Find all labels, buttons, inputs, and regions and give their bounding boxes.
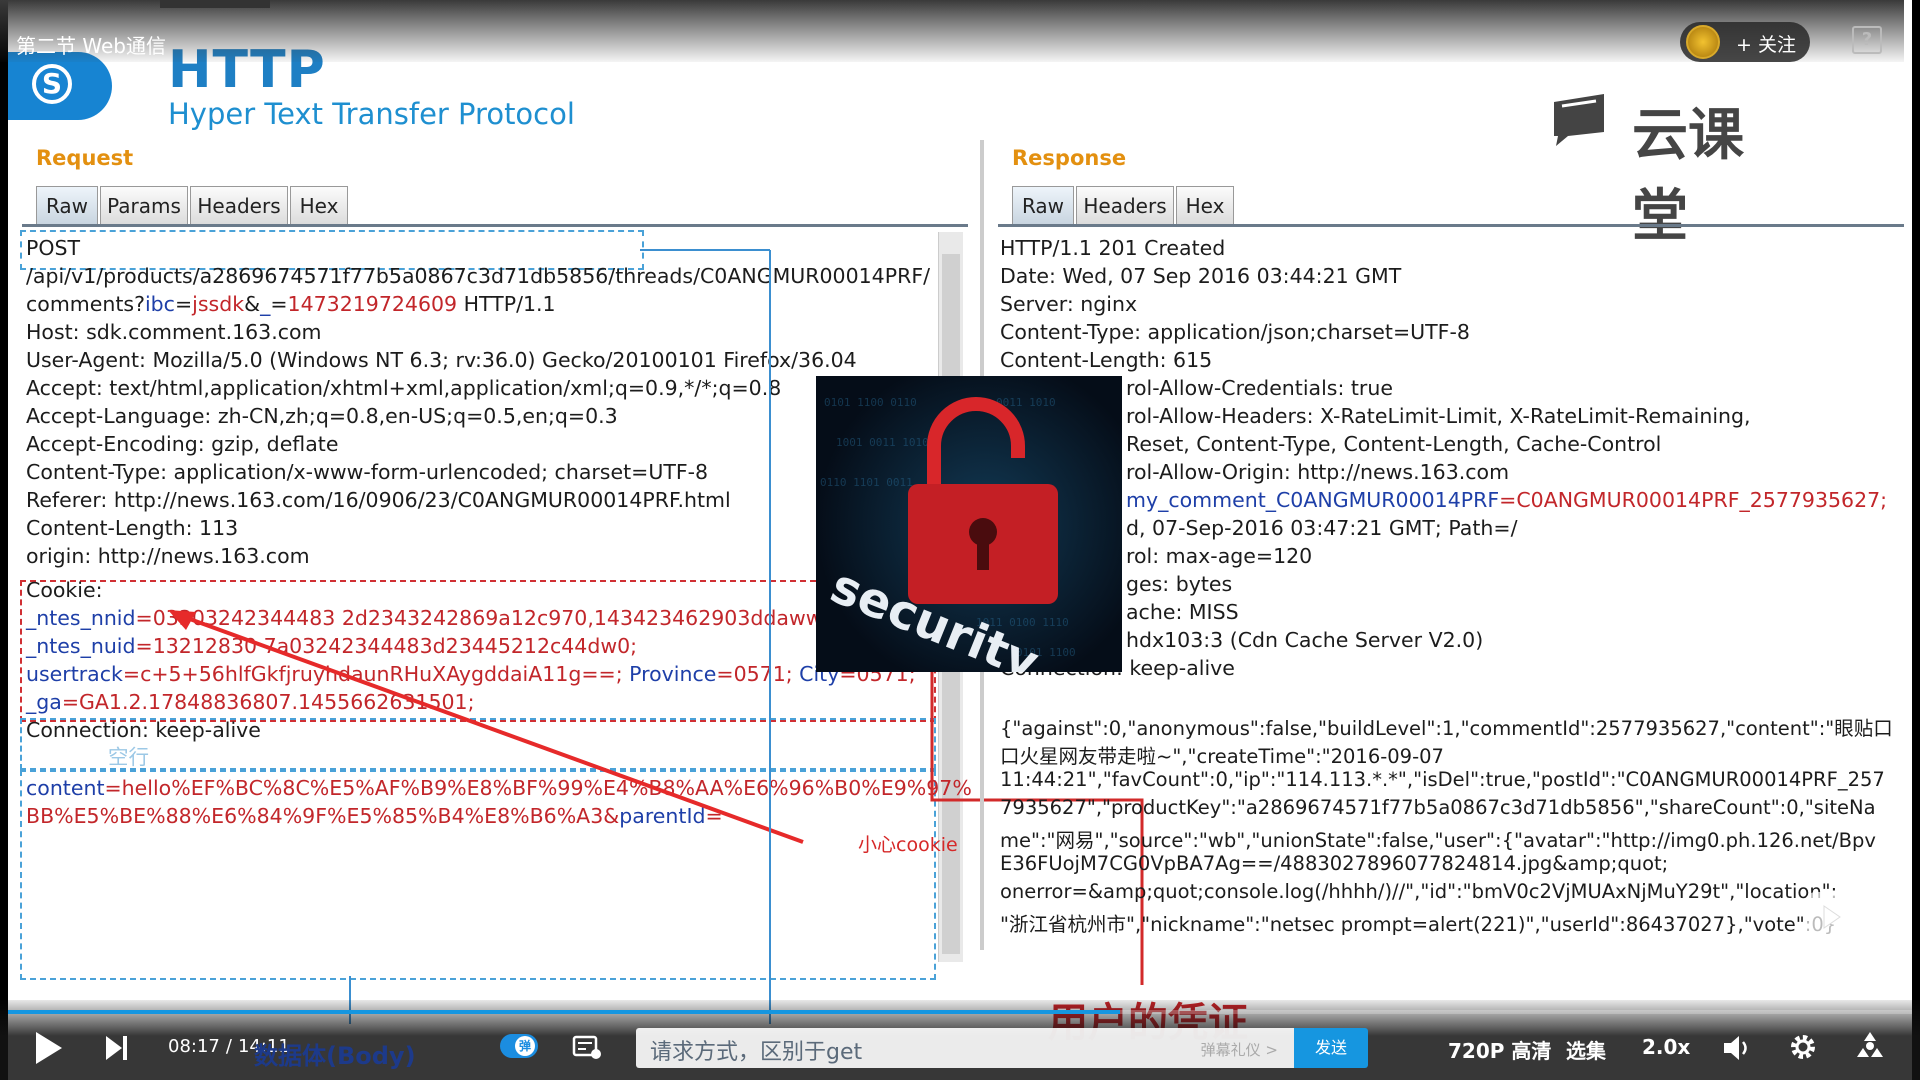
response-label: Response (1012, 146, 1127, 170)
tab-request-headers[interactable]: Headers (190, 186, 288, 224)
response-header-server: Server: nginx (1000, 292, 1138, 316)
yunketang-text: 云课堂 (1632, 103, 1744, 249)
player-top-bar (0, 0, 1904, 62)
replay-bubble-icon[interactable] (1802, 890, 1856, 944)
fullscreen-icon[interactable] (1854, 1030, 1886, 1062)
request-label: Request (36, 146, 134, 170)
play-icon[interactable] (32, 1030, 64, 1066)
response-cookie-expires: d, 07-Sep-2016 03:47:21 GMT; Path=/ (1126, 516, 1518, 540)
follow-label: + 关注 (1736, 34, 1796, 56)
cookie-ntes-nuid: _ntes_nuid=13212830 7a03242344483d234452… (26, 634, 638, 658)
request-line-query: comments?ibc=jssdk&_=1473219724609 HTTP/… (26, 292, 556, 316)
request-header-accept: Accept: text/html,application/xhtml+xml,… (26, 376, 782, 400)
body-highlight-box (20, 770, 936, 980)
cookie-ga: _ga=GA1.2.17848836807.1455662631501; (26, 690, 475, 714)
response-body-line-4: 7935627","productKey":"a2869674571f77b5a… (1000, 796, 1876, 819)
response-body-line-8: "浙江省杭州市","nickname":"netsec prompt=alert… (1000, 913, 1837, 936)
cookie-ntes-nnid: _ntes_nnid=03303242344483 2d2343242869a1… (26, 606, 862, 630)
request-header-content-length: Content-Length: 113 (26, 516, 239, 540)
progress-fill (8, 1010, 1120, 1014)
request-header-accept-language: Accept-Language: zh-CN,zh;q=0.8,en-US;q=… (26, 404, 618, 428)
settings-gear-icon[interactable] (1788, 1032, 1818, 1062)
response-body-line-2: 口火星网友带走啦~","createTime":"2016-09-07 (1000, 745, 1444, 768)
barrage-toggle-knob: 弹 (515, 1036, 535, 1056)
follow-button[interactable]: + 关注 (1680, 22, 1810, 62)
request-header-content-type: Content-Type: application/x-www-form-url… (26, 460, 709, 484)
uploader-medal-icon (1686, 25, 1720, 59)
top-accent-bar (160, 0, 270, 8)
barrage-toggle[interactable]: 弹 (500, 1034, 538, 1058)
request-header-cookie: Cookie: (26, 578, 103, 602)
speed-selector[interactable]: 2.0x (1642, 1035, 1690, 1059)
response-header-content-type: Content-Type: application/json;charset=U… (1000, 320, 1470, 344)
slide-subheading: Hyper Text Transfer Protocol (168, 97, 575, 131)
time-current: 08:17 (168, 1036, 220, 1057)
response-tab-rule (998, 224, 1904, 227)
time-separator: / (225, 1036, 232, 1057)
body-label-annotation: 数据体(Body) (254, 1042, 416, 1070)
response-header-expose-headers: Reset, Content-Type, Content-Length, Cac… (1126, 432, 1662, 456)
next-icon[interactable] (104, 1034, 130, 1062)
request-tab-rule (22, 224, 968, 227)
response-body-line-7: onerror=&amp;quot;console.log(/hhhh/)//"… (1000, 880, 1838, 903)
response-header-x-cache: ache: MISS (1126, 600, 1239, 624)
tab-response-hex[interactable]: Hex (1176, 186, 1234, 224)
response-header-allow-credentials: rol-Allow-Credentials: true (1126, 376, 1393, 400)
request-header-user-agent: User-Agent: Mozilla/5.0 (Windows NT 6.3;… (26, 348, 857, 372)
cookie-warning-note: 小心cookie (858, 834, 958, 856)
response-header-accept-ranges: ges: bytes (1126, 572, 1233, 596)
quality-selector[interactable]: 720P 高清 (1448, 1035, 1551, 1064)
question-icon[interactable]: ? (1852, 26, 1882, 54)
svg-text:1001 0011 1010: 1001 0011 1010 (836, 436, 929, 449)
request-body-line-1: content=hello%EF%BC%8C%E5%AF%B9%E8%BF%99… (26, 776, 972, 800)
tab-request-hex[interactable]: Hex (290, 186, 348, 224)
yunketang-watermark: 云课堂 (1548, 88, 1798, 249)
response-body-line-5: me":"网易","source":"wb","unionState":fals… (1000, 829, 1876, 852)
yunketang-logo-icon (1554, 94, 1604, 146)
episodes-button[interactable]: 选集 (1566, 1035, 1606, 1064)
response-body-line-1: {"against":0,"anonymous":false,"buildLev… (1000, 717, 1893, 740)
send-button[interactable]: 发送 (1294, 1028, 1368, 1068)
tab-response-headers[interactable]: Headers (1076, 186, 1174, 224)
svg-text:0101 1100 0110: 0101 1100 0110 (824, 396, 917, 409)
request-tabs: Raw Params Headers Hex (36, 186, 356, 226)
request-header-host: Host: sdk.comment.163.com (26, 320, 322, 344)
cookie-usertrack: usertrack=c+5+56hlfGkfjruyhdaunRHuXAygdd… (26, 662, 916, 686)
request-header-origin: origin: http://news.163.com (26, 544, 310, 568)
response-body-line-3: 11:44:21","favCount":0,"ip":"114.113.*.*… (1000, 768, 1885, 791)
request-header-referer: Referer: http://news.163.com/16/0906/23/… (26, 488, 731, 512)
response-tabs: Raw Headers Hex (1012, 186, 1252, 226)
danmu-etiquette-link[interactable]: 弹幕礼仪 > (1201, 1039, 1278, 1060)
request-line-path: /api/v1/products/a2869674571f77b5a0867c3… (26, 264, 931, 288)
empty-line-label: 空行 (108, 745, 149, 769)
response-status-line: HTTP/1.1 201 Created (1000, 236, 1226, 260)
response-header-allow-origin: rol-Allow-Origin: http://news.163.com (1126, 460, 1510, 484)
svg-text:0110 1101 0011: 0110 1101 0011 (820, 476, 913, 489)
volume-icon[interactable] (1722, 1034, 1752, 1062)
response-header-set-cookie: my_comment_C0ANGMUR00014PRF=C0ANGMUR0001… (1126, 488, 1888, 512)
response-header-cache-control: rol: max-age=120 (1126, 544, 1313, 568)
barrage-settings-icon[interactable] (572, 1034, 602, 1060)
progress-bar[interactable] (8, 1010, 1912, 1014)
response-header-allow-headers: rol-Allow-Headers: X-RateLimit-Limit, X-… (1126, 404, 1751, 428)
response-header-date: Date: Wed, 07 Sep 2016 03:44:21 GMT (1000, 264, 1402, 288)
tab-request-params[interactable]: Params (100, 186, 188, 224)
logo-s-icon: S (32, 64, 72, 104)
response-header-via: hdx103:3 (Cdn Cache Server V2.0) (1126, 628, 1484, 652)
request-header-connection: Connection: keep-alive (26, 718, 261, 742)
video-title: 第二节 Web通信 (16, 34, 166, 58)
tab-response-raw[interactable]: Raw (1012, 186, 1074, 224)
response-body-line-6: E36FUojM7CG0VpBA7Ag==/488302789607782481… (1000, 852, 1669, 875)
course-logo: S (8, 52, 112, 120)
request-body-line-2: BB%E5%BE%88%E6%84%9F%E5%85%B4%E8%B6%A3&p… (26, 804, 723, 828)
slide-frame: S HTTP Hyper Text Transfer Protocol 云课堂 … (8, 0, 1912, 1080)
request-header-accept-encoding: Accept-Encoding: gzip, deflate (26, 432, 339, 456)
response-header-content-length: Content-Length: 615 (1000, 348, 1213, 372)
request-method-annotation: 请求方式，区别于get (650, 1040, 863, 1065)
security-lock-image: 0101 1100 0110 1001 0011 1010 0110 1101 0… (816, 376, 1122, 672)
video-player[interactable]: S HTTP Hyper Text Transfer Protocol 云课堂 … (0, 0, 1920, 1080)
danmu-input[interactable]: 请求方式，区别于get 弹幕礼仪 > (636, 1028, 1296, 1068)
request-line-method: POST (26, 236, 81, 260)
tab-request-raw[interactable]: Raw (36, 186, 98, 224)
